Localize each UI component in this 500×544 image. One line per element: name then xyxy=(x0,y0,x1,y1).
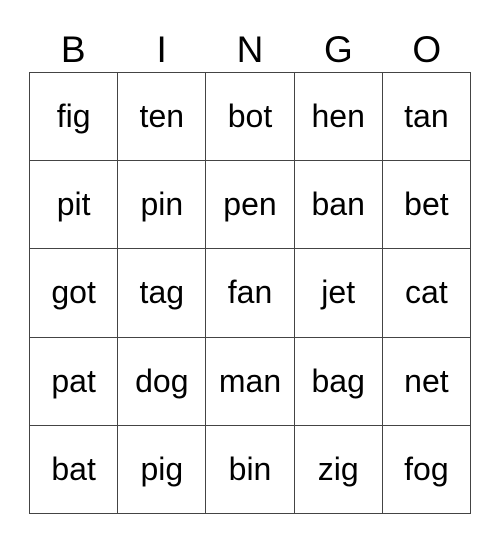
header-letter-g: G xyxy=(324,29,353,70)
bingo-cell[interactable]: net xyxy=(382,337,471,426)
bingo-cell[interactable]: pig xyxy=(118,425,207,514)
bingo-cell[interactable]: pin xyxy=(118,161,207,250)
bingo-cell[interactable]: pit xyxy=(30,161,119,250)
bingo-cell[interactable]: dog xyxy=(118,337,207,426)
header-letter-o: O xyxy=(412,29,442,70)
bingo-cell[interactable]: bet xyxy=(382,161,471,250)
bingo-cell[interactable]: ban xyxy=(294,161,383,250)
bingo-cell[interactable]: ten xyxy=(118,73,207,162)
bingo-cell[interactable]: man xyxy=(206,337,295,426)
bingo-cell[interactable]: bin xyxy=(206,425,295,514)
bingo-cell[interactable]: tag xyxy=(118,249,207,338)
bingo-cell[interactable]: bag xyxy=(294,337,383,426)
header-letter-b: B xyxy=(60,29,86,70)
header-letter-i: I xyxy=(156,29,167,70)
bingo-cell[interactable]: pat xyxy=(30,337,119,426)
bingo-cell[interactable]: fig xyxy=(30,73,119,162)
bingo-cell[interactable]: fog xyxy=(382,425,471,514)
bingo-cell[interactable]: bat xyxy=(30,425,119,514)
bingo-cell[interactable]: pen xyxy=(206,161,295,250)
bingo-cell[interactable]: bot xyxy=(206,73,295,162)
bingo-cell[interactable]: jet xyxy=(294,249,383,338)
bingo-cell[interactable]: got xyxy=(30,249,119,338)
bingo-grid: fig ten bot hen tan pit pin pen ban bet got tag fan j… xyxy=(29,72,471,514)
bingo-cell[interactable]: tan xyxy=(382,73,471,162)
header-letter-n: N xyxy=(236,29,264,70)
bingo-cell[interactable]: zig xyxy=(294,425,383,514)
bingo-cell[interactable]: hen xyxy=(294,73,383,162)
bingo-cell[interactable]: fan xyxy=(206,249,295,338)
bingo-header: BINGO xyxy=(29,28,471,72)
bingo-cell[interactable]: cat xyxy=(382,249,471,338)
